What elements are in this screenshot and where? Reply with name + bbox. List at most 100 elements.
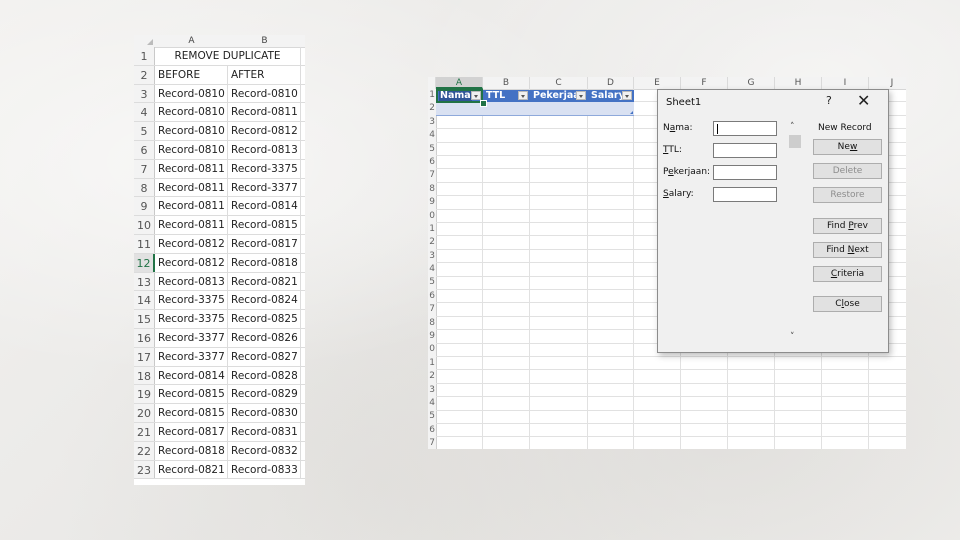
cell-before[interactable]: Record-0811 [155,197,228,216]
cell-after[interactable]: Record-0811 [228,103,301,122]
row-number[interactable]: 9 [428,196,436,209]
row-number[interactable]: 4 [134,103,155,122]
cell-after[interactable]: Record-0825 [228,310,301,328]
cell-before[interactable]: Record-3375 [155,310,228,328]
row-number[interactable]: 14 [134,291,155,310]
cell-after[interactable]: Record-0821 [228,272,301,291]
close-button[interactable]: Close [813,296,882,312]
cell-before[interactable]: Record-0810 [155,103,228,122]
cell-before[interactable]: Record-0815 [155,385,228,404]
column-header-b[interactable]: B [483,77,530,89]
row-number[interactable]: 9 [428,330,436,343]
restore-button[interactable]: Restore [813,187,882,203]
table-header-ttl[interactable]: TTL [483,90,530,102]
row-number[interactable]: 22 [134,441,155,460]
row-number[interactable]: 5 [134,122,155,140]
column-header-f[interactable]: F [681,77,728,89]
row-number[interactable]: 15 [134,310,155,328]
row-number[interactable]: 4 [428,397,436,410]
table-data-row[interactable] [436,102,634,116]
table-header-pekerjaan[interactable]: Pekerjaan [530,90,588,102]
column-header-h[interactable]: H [775,77,822,89]
row-number[interactable]: 6 [428,424,436,437]
row-number[interactable]: 7 [134,159,155,178]
cell-before[interactable]: Record-0811 [155,216,228,234]
row-number[interactable]: 10 [134,216,155,234]
row-number[interactable]: 4 [428,129,436,142]
row-number[interactable]: 4 [428,263,436,276]
filter-dropdown-icon[interactable] [576,91,586,100]
row-number[interactable]: 3 [134,84,155,103]
field-input-nama[interactable] [713,121,777,136]
row-number[interactable]: 11 [134,234,155,253]
row-number[interactable]: 17 [134,347,155,366]
cell-after[interactable]: Record-0826 [228,328,301,347]
cell-before[interactable]: Record-0813 [155,272,228,291]
sheet-title-cell[interactable]: REMOVE DUPLICATE [155,47,301,65]
row-number[interactable]: 2 [428,370,436,383]
row-number[interactable]: 1 [428,223,436,236]
header-cell-after[interactable]: AFTER [228,65,301,84]
cell-before[interactable]: Record-0810 [155,84,228,103]
column-header-e[interactable]: E [634,77,681,89]
row-number[interactable]: 7 [428,303,436,316]
row-number[interactable]: 16 [134,328,155,347]
cell-before[interactable]: Record-0821 [155,460,228,479]
row-number[interactable]: 3 [428,116,436,129]
cell-after[interactable]: Record-0813 [228,140,301,159]
field-input-salary[interactable] [713,187,777,202]
row-number[interactable]: 0 [428,210,436,223]
column-header-c[interactable]: C [530,77,588,89]
row-number[interactable]: 3 [428,250,436,263]
column-header-g[interactable]: G [728,77,775,89]
cell-after[interactable]: Record-0827 [228,347,301,366]
scroll-up-icon[interactable]: ˄ [790,122,795,132]
row-number[interactable]: 8 [428,183,436,196]
cell-before[interactable]: Record-3375 [155,291,228,310]
row-number[interactable]: 5 [428,410,436,423]
cell-before[interactable]: Record-0818 [155,441,228,460]
row-number[interactable]: 1 [428,89,436,102]
cell-before[interactable]: Record-0811 [155,159,228,178]
cell-after[interactable]: Record-0829 [228,385,301,404]
cell-before[interactable]: Record-0817 [155,422,228,441]
cell-after[interactable]: Record-0832 [228,441,301,460]
row-number[interactable]: 23 [134,460,155,479]
row-number[interactable]: 19 [134,385,155,404]
row-number[interactable]: 12 [134,253,155,272]
cell-after[interactable]: Record-3377 [228,178,301,197]
field-input-ttl[interactable] [713,143,777,158]
cell-before[interactable]: Record-3377 [155,328,228,347]
delete-button[interactable]: Delete [813,163,882,179]
cell-after[interactable]: Record-0810 [228,84,301,103]
row-number[interactable]: 2 [428,102,436,115]
cell-before[interactable]: Record-0812 [155,234,228,253]
column-header-i[interactable]: I [822,77,869,89]
record-scrollbar-thumb[interactable] [789,135,801,148]
cell-after[interactable]: Record-0812 [228,122,301,140]
row-number[interactable]: 7 [428,437,436,449]
cell-after[interactable]: Record-0815 [228,216,301,234]
column-header-j[interactable]: J [869,77,906,89]
cell-before[interactable]: Record-0810 [155,140,228,159]
cell-before[interactable]: Record-0810 [155,122,228,140]
cell-before[interactable]: Record-0811 [155,178,228,197]
row-number[interactable]: 2 [428,236,436,249]
cell-before[interactable]: Record-0815 [155,404,228,422]
row-number[interactable]: 5 [428,143,436,156]
row-number[interactable]: 20 [134,404,155,422]
row-number[interactable]: 1 [134,47,155,65]
row-number[interactable]: 2 [134,65,155,84]
row-number[interactable]: 3 [428,384,436,397]
header-cell-before[interactable]: BEFORE [155,65,228,84]
row-number[interactable]: 13 [134,272,155,291]
cell-after[interactable]: Record-0831 [228,422,301,441]
cell-after[interactable]: Record-0824 [228,291,301,310]
cell-after[interactable]: Record-0818 [228,253,301,272]
criteria-button[interactable]: Criteria [813,266,882,282]
row-number[interactable]: 1 [428,357,436,370]
cell-after[interactable]: Record-0817 [228,234,301,253]
close-icon[interactable]: ✕ [857,91,870,110]
cell-before[interactable]: Record-0812 [155,253,228,272]
cell-after[interactable]: Record-0828 [228,366,301,385]
